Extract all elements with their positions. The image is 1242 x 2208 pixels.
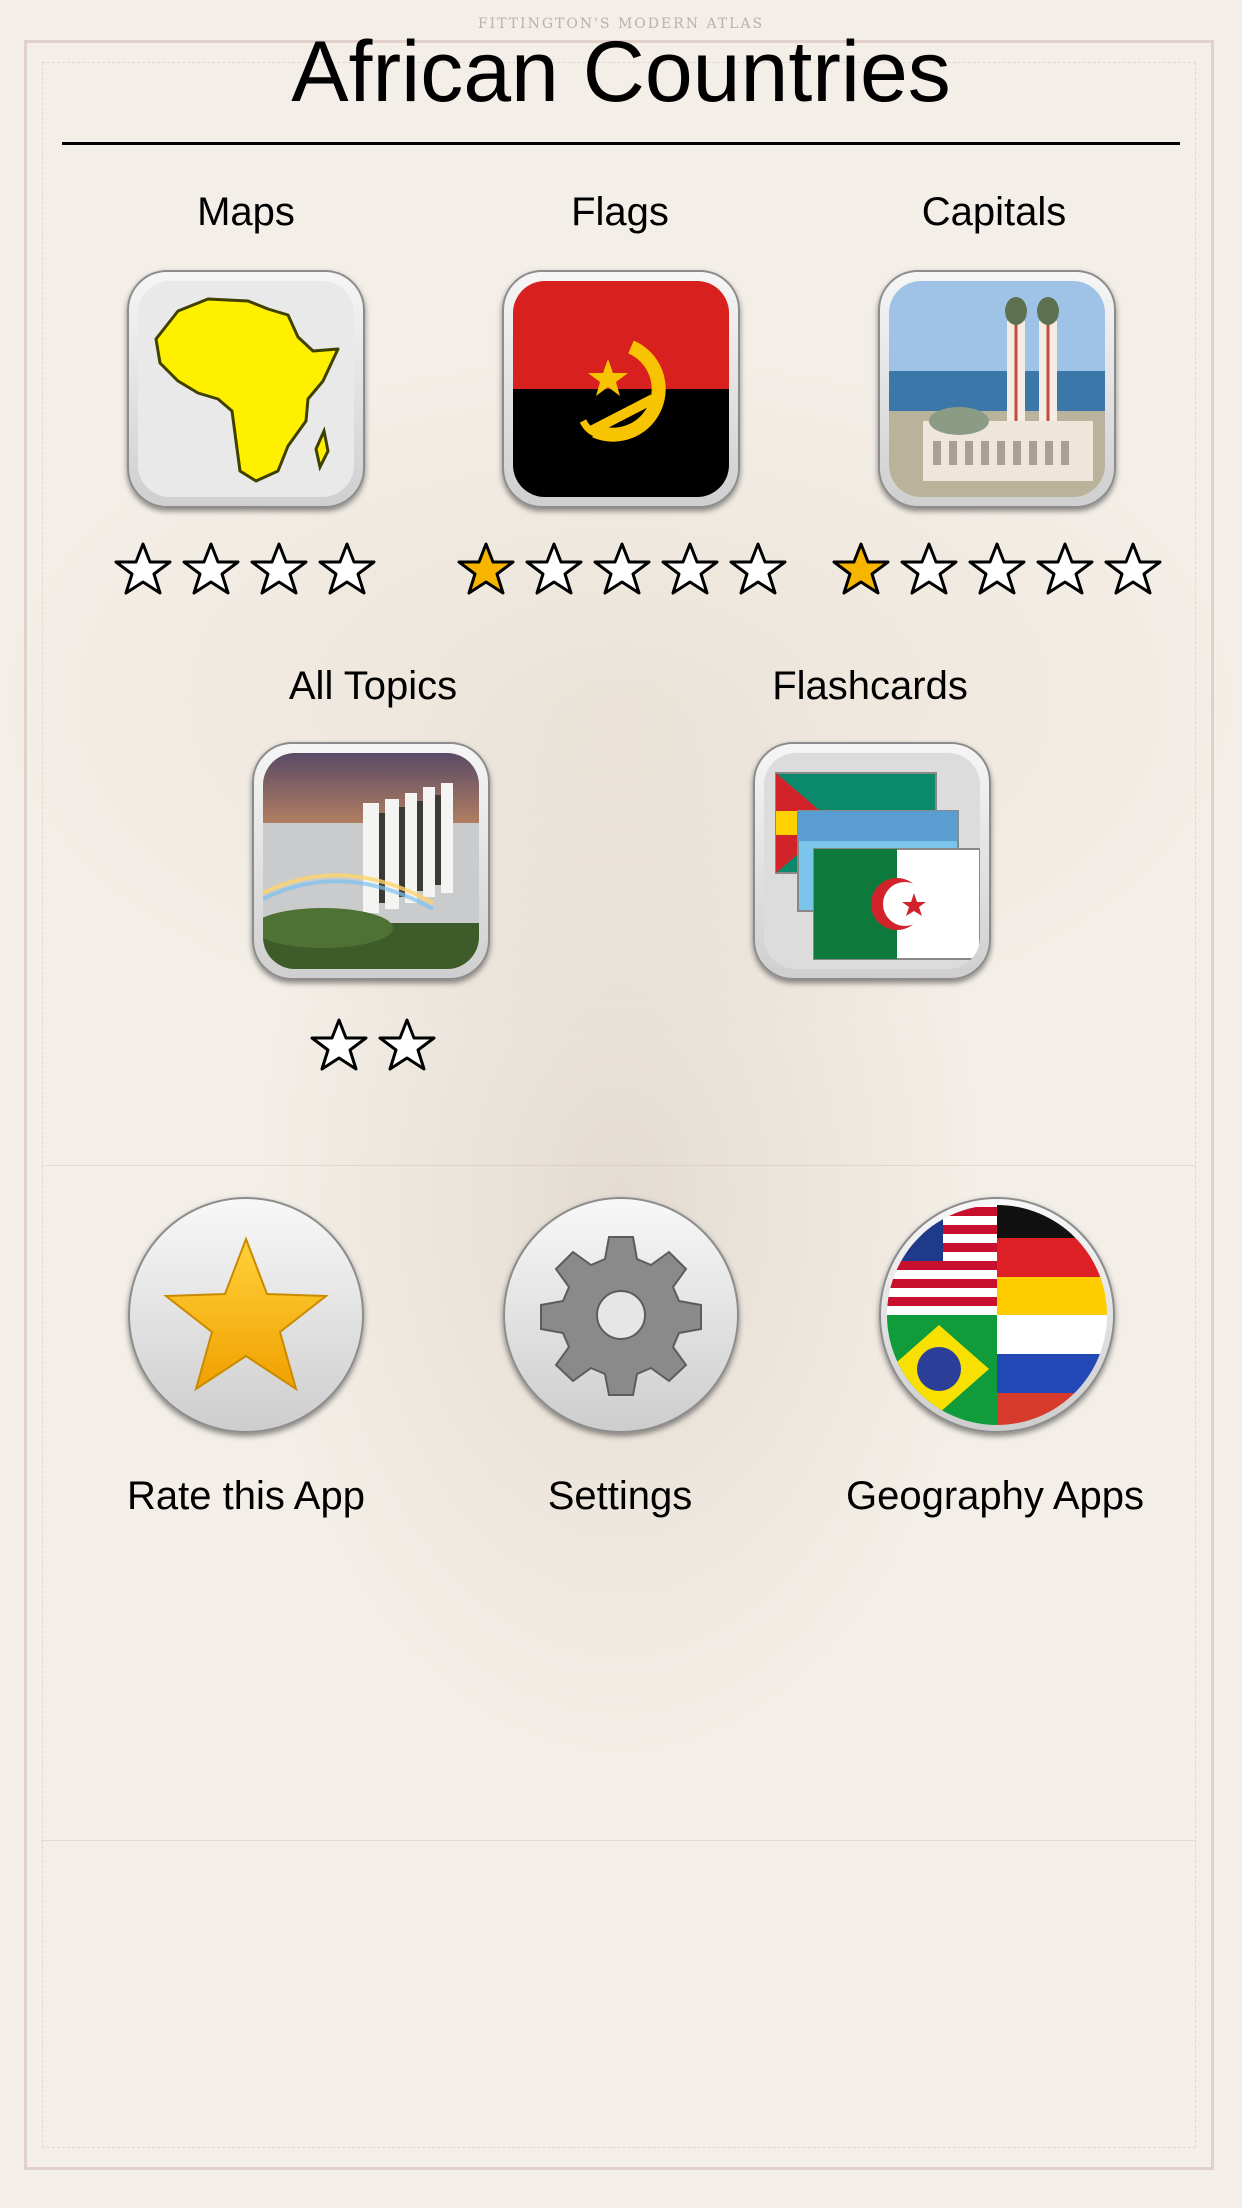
star-empty-icon <box>593 542 651 595</box>
star-empty-icon <box>378 1018 436 1071</box>
topic-label-maps: Maps <box>197 190 295 234</box>
gear-icon <box>540 1236 702 1396</box>
star-empty-icon <box>114 542 172 595</box>
star-empty-icon <box>968 542 1026 595</box>
geography-apps-label: Geography Apps <box>846 1474 1144 1518</box>
star-empty-icon <box>729 542 787 595</box>
capitals-button[interactable] <box>878 270 1116 508</box>
africa-map-icon <box>138 281 354 497</box>
star-filled-icon <box>832 542 890 595</box>
angola-flag-icon <box>513 281 729 497</box>
rating-stars-maps <box>90 540 400 606</box>
title-divider <box>62 142 1180 145</box>
star-empty-icon <box>900 542 958 595</box>
mosque-photo-icon <box>889 281 1105 497</box>
atlas-tropic-line <box>42 1840 1196 1841</box>
star-empty-icon <box>250 542 308 595</box>
topic-label-flashcards: Flashcards <box>772 664 968 708</box>
maps-button[interactable] <box>127 270 365 508</box>
star-empty-icon <box>1104 542 1162 595</box>
settings-button[interactable] <box>503 1197 739 1433</box>
flashcards-button[interactable] <box>753 742 991 980</box>
star-filled-icon <box>457 542 515 595</box>
flags-button[interactable] <box>502 270 740 508</box>
waterfall-photo-icon <box>263 753 479 969</box>
star-empty-icon <box>318 542 376 595</box>
star-empty-icon <box>182 542 240 595</box>
topic-label-flags: Flags <box>571 190 669 234</box>
rate-app-label: Rate this App <box>127 1474 365 1518</box>
star-empty-icon <box>1036 542 1094 595</box>
geography-apps-button[interactable] <box>879 1197 1115 1433</box>
star-empty-icon <box>525 542 583 595</box>
page-title: African Countries <box>291 24 951 120</box>
topic-label-capitals: Capitals <box>921 190 1067 234</box>
star-icon <box>163 1236 329 1392</box>
flashcards-flags-icon <box>764 753 980 969</box>
topic-label-all-topics: All Topics <box>288 664 458 708</box>
rate-app-button[interactable] <box>128 1197 364 1433</box>
atlas-equator-line <box>42 1165 1196 1166</box>
world-flags-icon <box>887 1205 1107 1425</box>
all-topics-button[interactable] <box>252 742 490 980</box>
star-empty-icon <box>661 542 719 595</box>
rating-stars-flags <box>437 540 807 606</box>
rating-stars-all-topics <box>223 1016 523 1082</box>
star-empty-icon <box>310 1018 368 1071</box>
rating-stars-capitals <box>812 540 1182 606</box>
settings-label: Settings <box>547 1474 693 1518</box>
